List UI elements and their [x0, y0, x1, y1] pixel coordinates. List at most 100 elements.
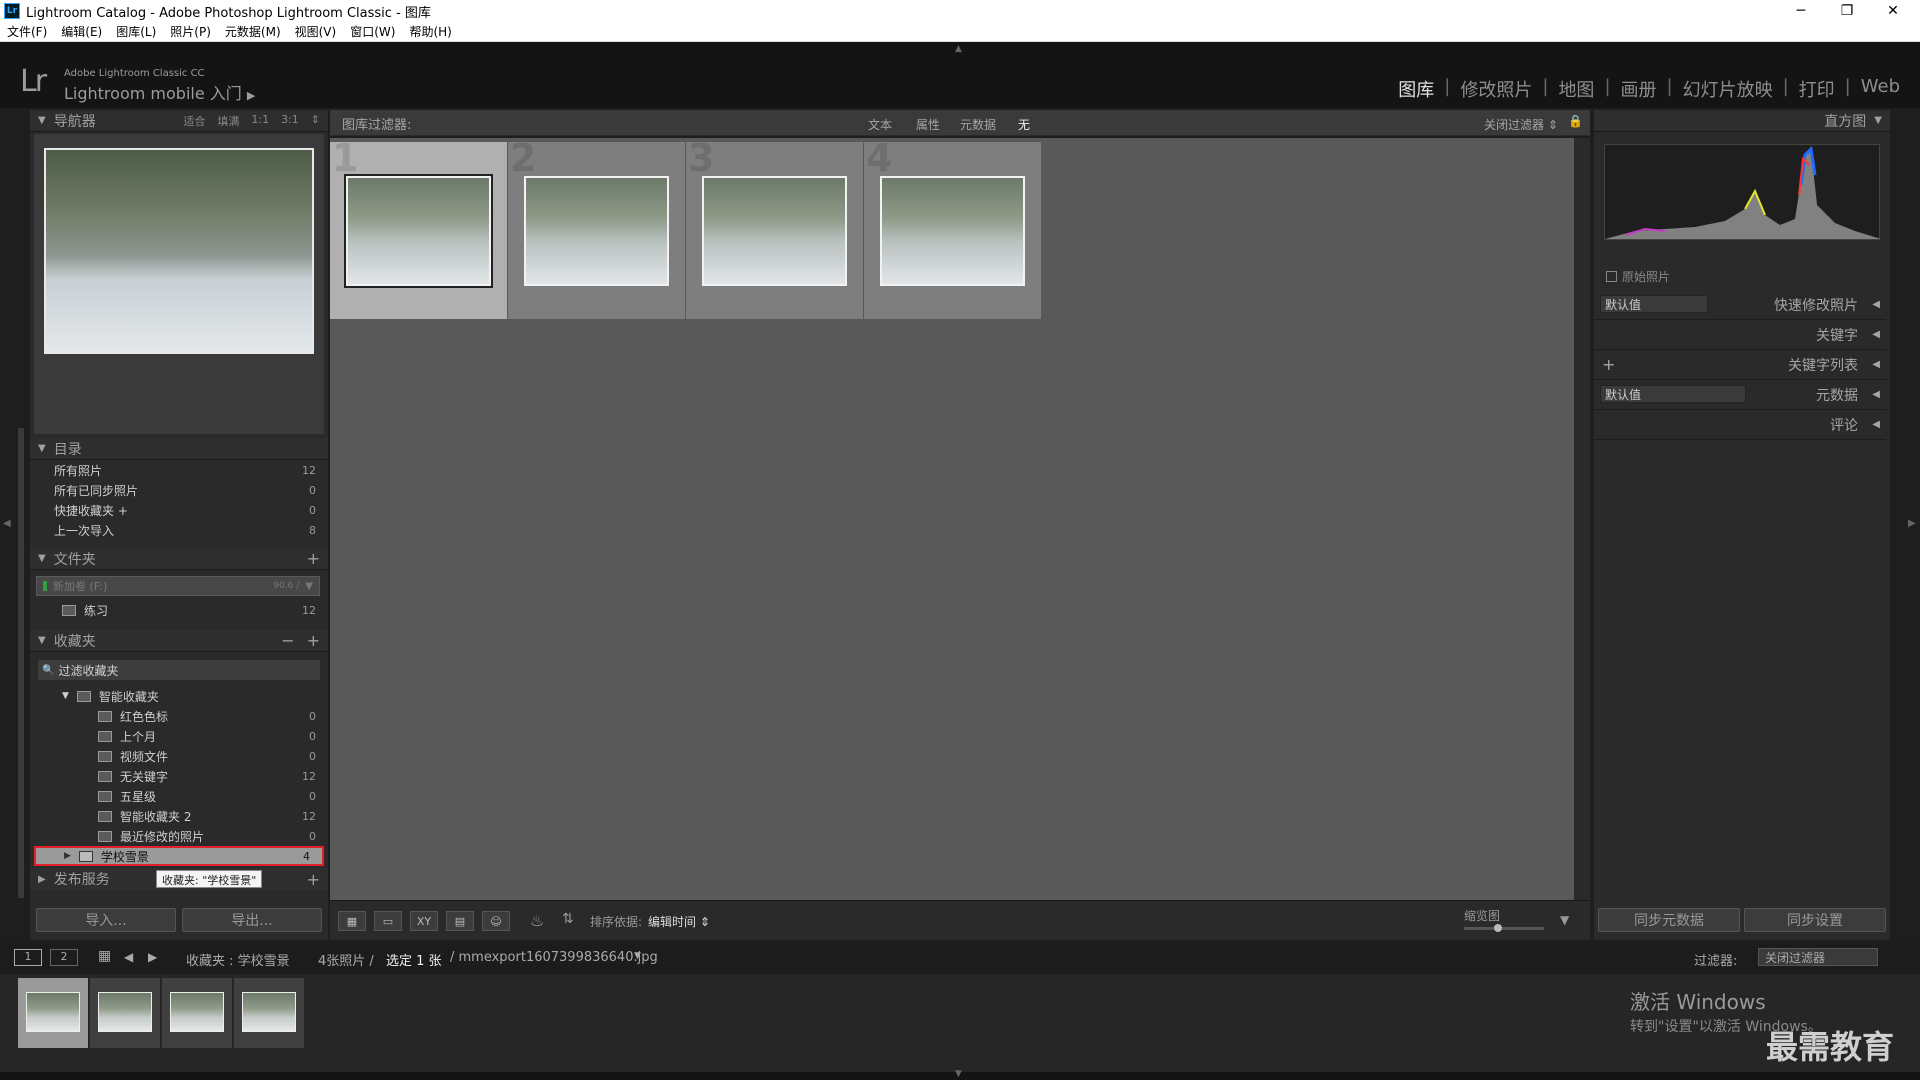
photo-thumbnail[interactable]	[702, 176, 847, 286]
module-map[interactable]: 地图	[1548, 76, 1604, 102]
secondary-window-button[interactable]: 2	[50, 949, 78, 966]
people-view-icon[interactable]: ☺	[482, 911, 510, 931]
filter-preset-dropdown[interactable]: 关闭过滤器 ⇕	[1484, 116, 1558, 133]
survey-view-icon[interactable]: ▤	[446, 911, 474, 931]
menu-view[interactable]: 视图(V)	[288, 23, 344, 40]
volume-bar[interactable]: 新加卷 (F:) 90.6 / ▼	[36, 576, 320, 596]
module-library[interactable]: 图库	[1388, 76, 1444, 102]
filter-tab-none[interactable]: 无	[1018, 116, 1030, 133]
sync-settings-button[interactable]: 同步设置	[1744, 908, 1886, 932]
minimize-button[interactable]: ─	[1778, 0, 1824, 22]
back-icon[interactable]: ◀	[124, 950, 133, 964]
right-panel-toggle-icon[interactable]: ▶	[1908, 518, 1916, 529]
quick-develop-row[interactable]: 默认值 快速修改照片 ◀	[1594, 290, 1886, 320]
lock-icon[interactable]: 🔒	[1568, 114, 1583, 128]
filmstrip-image[interactable]	[98, 992, 152, 1032]
collection-item-selected[interactable]: ▶ 学校雪景 4	[34, 846, 324, 866]
export-button[interactable]: 导出...	[182, 908, 322, 932]
filmstrip-thumbnail[interactable]	[162, 978, 232, 1048]
add-publish-icon[interactable]: +	[307, 870, 328, 889]
smart-collection-item[interactable]: 上个月 0	[30, 726, 328, 746]
photo-thumbnail[interactable]	[524, 176, 669, 286]
chevron-down-icon[interactable]: ▼	[634, 951, 641, 961]
filmstrip-image[interactable]	[170, 992, 224, 1032]
forward-icon[interactable]: ▶	[148, 950, 157, 964]
filter-tab-metadata[interactable]: 元数据	[960, 116, 996, 133]
collection-filter-input[interactable]: 🔍 过滤收藏夹	[38, 660, 320, 680]
module-book[interactable]: 画册	[1611, 76, 1667, 102]
catalog-item[interactable]: 上一次导入 8	[30, 520, 328, 540]
zoom-arrow-icon[interactable]: ⇕	[311, 113, 320, 129]
bottom-panel-toggle-icon[interactable]: ▼	[955, 1069, 962, 1079]
grid-cell[interactable]: 2	[508, 136, 685, 319]
slider-thumb[interactable]	[1494, 924, 1502, 932]
top-panel-toggle-icon[interactable]: ▲	[955, 44, 962, 54]
filmstrip-thumbnail[interactable]	[90, 978, 160, 1048]
close-button[interactable]: ✕	[1870, 0, 1916, 22]
menu-metadata[interactable]: 元数据(M)	[218, 23, 288, 40]
identity-mobile-link[interactable]: Lightroom mobile 入门 ▶	[64, 80, 255, 104]
catalog-item[interactable]: 所有照片 12	[30, 460, 328, 480]
navigator-header[interactable]: ▼ 导航器 适合 填满 1:1 3:1 ⇕	[30, 110, 328, 132]
collections-header[interactable]: ▼ 收藏夹 − +	[30, 630, 328, 652]
smart-collection-item[interactable]: 智能收藏夹 2 12	[30, 806, 328, 826]
add-collection-icon[interactable]: +	[307, 631, 328, 650]
add-keyword-icon[interactable]: +	[1602, 355, 1615, 374]
photo-thumbnail[interactable]	[880, 176, 1025, 286]
maximize-button[interactable]: ❐	[1824, 0, 1870, 22]
grid-cell[interactable]: 3	[686, 136, 863, 319]
menu-window[interactable]: 窗口(W)	[343, 23, 402, 40]
checkbox[interactable]	[1606, 271, 1617, 282]
grid-view-icon[interactable]: ▦	[338, 911, 366, 931]
left-scrollbar[interactable]	[18, 428, 24, 898]
grid-cell[interactable]: 4	[864, 136, 1041, 319]
zoom-3-1[interactable]: 3:1	[281, 113, 299, 129]
menu-photo[interactable]: 照片(P)	[163, 23, 218, 40]
metadata-preset-dropdown[interactable]: 默认值	[1600, 385, 1746, 403]
filter-tab-text[interactable]: 文本	[868, 116, 892, 133]
folders-header[interactable]: ▼ 文件夹 +	[30, 548, 328, 570]
smart-collection-item[interactable]: 视频文件 0	[30, 746, 328, 766]
zoom-fill[interactable]: 填满	[217, 113, 239, 129]
filmstrip-filter-dropdown[interactable]: 关闭过滤器	[1758, 948, 1878, 966]
keyword-list-row[interactable]: + 关键字列表 ◀	[1594, 350, 1886, 380]
photo-thumbnail[interactable]	[344, 174, 493, 288]
saved-preset-dropdown[interactable]: 默认值	[1600, 295, 1708, 313]
module-develop[interactable]: 修改照片	[1450, 76, 1542, 102]
remove-collection-icon[interactable]: −	[281, 631, 306, 650]
module-print[interactable]: 打印	[1789, 76, 1845, 102]
toolbar-menu-icon[interactable]: ▼	[1560, 913, 1569, 927]
sort-dropdown[interactable]: 编辑时间 ⇕	[648, 913, 710, 930]
module-slideshow[interactable]: 幻灯片放映	[1673, 76, 1783, 102]
primary-window-button[interactable]: 1	[14, 949, 42, 966]
menu-file[interactable]: 文件(F)	[0, 23, 54, 40]
grid-cell[interactable]: 1	[330, 136, 507, 319]
smart-collection-set[interactable]: ▼ 智能收藏夹	[30, 686, 328, 706]
catalog-item[interactable]: 快捷收藏夹 + 0	[30, 500, 328, 520]
zoom-fit[interactable]: 适合	[183, 113, 205, 129]
menu-help[interactable]: 帮助(H)	[402, 23, 458, 40]
metadata-row[interactable]: 默认值 元数据 ◀	[1594, 380, 1886, 410]
menu-library[interactable]: 图库(L)	[109, 23, 163, 40]
smart-collection-item[interactable]: 最近修改的照片 0	[30, 826, 328, 846]
thumbnail-size-slider[interactable]	[1464, 924, 1544, 932]
smart-collection-item[interactable]: 无关键字 12	[30, 766, 328, 786]
menu-edit[interactable]: 编辑(E)	[54, 23, 109, 40]
smart-collection-item[interactable]: 红色色标 0	[30, 706, 328, 726]
sort-direction-icon[interactable]: ⇅	[562, 911, 574, 927]
filmstrip-thumbnail[interactable]	[234, 978, 304, 1048]
chevron-down-icon[interactable]: ▼	[305, 581, 313, 592]
comments-row[interactable]: 评论 ◀	[1594, 410, 1886, 440]
keywords-row[interactable]: 关键字 ◀	[1594, 320, 1886, 350]
catalog-header[interactable]: ▼ 目录	[30, 438, 328, 460]
filmstrip-image[interactable]	[242, 992, 296, 1032]
grid-view-icon[interactable]: ▦	[98, 948, 111, 964]
smart-collection-item[interactable]: 五星级 0	[30, 786, 328, 806]
add-folder-icon[interactable]: +	[307, 549, 328, 568]
histogram-header[interactable]: 直方图 ▼	[1594, 110, 1890, 132]
filmstrip-image[interactable]	[26, 992, 80, 1032]
filmstrip-source[interactable]: 收藏夹 : 学校雪景	[186, 950, 290, 969]
sync-metadata-button[interactable]: 同步元数据	[1598, 908, 1740, 932]
folder-item[interactable]: 练习 12	[30, 600, 328, 620]
left-panel-toggle-icon[interactable]: ◀	[3, 518, 11, 529]
